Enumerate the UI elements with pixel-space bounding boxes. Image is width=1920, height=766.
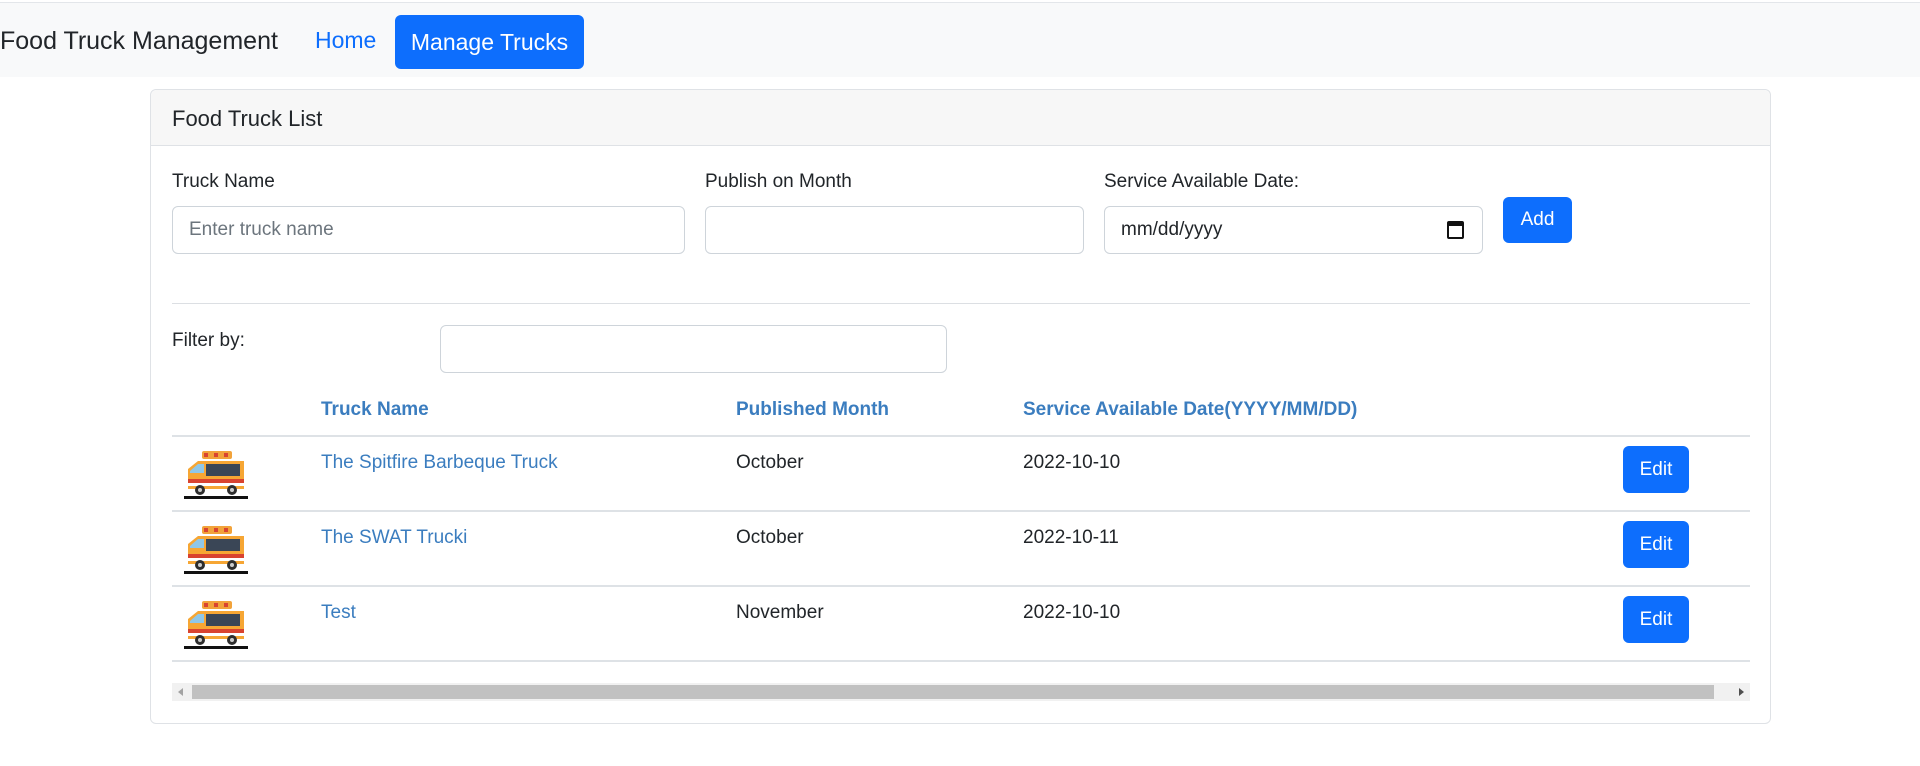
service-date-value: mm/dd/yyyy	[1121, 219, 1223, 240]
navbar-brand[interactable]: Food Truck Management	[0, 27, 278, 56]
table-row-divider	[172, 585, 1750, 587]
publish-month-input[interactable]	[705, 206, 1084, 254]
card-header: Food Truck List	[151, 90, 1770, 146]
edit-button[interactable]: Edit	[1623, 596, 1689, 643]
food-truck-list-card: Food Truck List Truck Name Enter truck n…	[150, 89, 1771, 724]
card-title: Food Truck List	[172, 106, 323, 131]
service-date-label: Service Available Date:	[1104, 171, 1300, 192]
scroll-right-arrow-icon[interactable]	[1739, 688, 1744, 696]
published-month-cell: October	[736, 527, 804, 548]
publish-month-label: Publish on Month	[705, 171, 852, 192]
service-date-cell: 2022-10-11	[1023, 527, 1119, 548]
service-date-input[interactable]: mm/dd/yyyy	[1104, 206, 1483, 254]
calendar-icon[interactable]	[1447, 221, 1464, 239]
truck-name-placeholder: Enter truck name	[189, 219, 334, 240]
table-row-divider	[172, 510, 1750, 512]
scroll-left-arrow-icon[interactable]	[178, 688, 183, 696]
filter-input[interactable]	[440, 325, 947, 373]
edit-button[interactable]: Edit	[1623, 521, 1689, 568]
truck-name-input[interactable]: Enter truck name	[172, 206, 685, 254]
edit-button[interactable]: Edit	[1623, 446, 1689, 493]
published-month-cell: November	[736, 602, 824, 623]
table-header-divider	[172, 435, 1750, 437]
filter-label: Filter by:	[172, 330, 245, 351]
service-date-cell: 2022-10-10	[1023, 452, 1121, 473]
food-truck-icon	[184, 451, 248, 499]
truck-name-link[interactable]: Test	[321, 602, 356, 624]
food-truck-icon	[184, 526, 248, 574]
form-divider	[172, 303, 1750, 304]
truck-name-label: Truck Name	[172, 171, 275, 192]
service-date-cell: 2022-10-10	[1023, 602, 1121, 623]
food-truck-icon	[184, 601, 248, 649]
header-truck-name[interactable]: Truck Name	[321, 399, 429, 421]
nav-home-link[interactable]: Home	[315, 27, 376, 54]
truck-name-link[interactable]: The SWAT Trucki	[321, 527, 467, 549]
table-row-divider	[172, 660, 1750, 662]
published-month-cell: October	[736, 452, 804, 473]
header-published-month[interactable]: Published Month	[736, 399, 889, 421]
truck-name-link[interactable]: The Spitfire Barbeque Truck	[321, 452, 558, 474]
scrollbar-thumb[interactable]	[192, 685, 1714, 699]
add-button[interactable]: Add	[1503, 197, 1572, 243]
navbar: Food Truck Management Home Manage Trucks	[0, 2, 1920, 77]
header-service-date[interactable]: Service Available Date(YYYY/MM/DD)	[1023, 399, 1357, 421]
nav-manage-trucks-button[interactable]: Manage Trucks	[395, 15, 584, 69]
horizontal-scrollbar[interactable]	[172, 683, 1750, 701]
